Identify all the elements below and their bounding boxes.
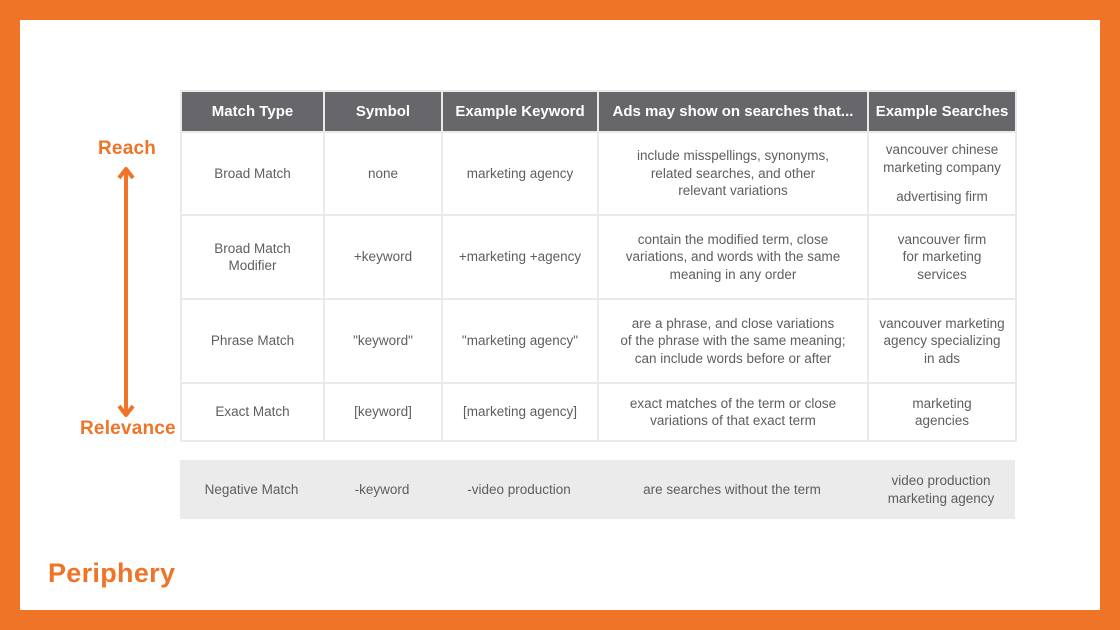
header-example-searches: Example Searches bbox=[867, 90, 1017, 133]
cell-ads-show: contain the modified term, close variati… bbox=[597, 214, 869, 300]
double-arrow-icon bbox=[117, 167, 135, 417]
cell-match-type: Broad Match Modifier bbox=[180, 214, 325, 300]
cell-match-type: Exact Match bbox=[180, 382, 325, 442]
match-type-table: Match Type Symbol Example Keyword Ads ma… bbox=[180, 90, 1017, 442]
cell-match-type: Phrase Match bbox=[180, 298, 325, 384]
cell-example-keyword: -video production bbox=[467, 481, 571, 497]
cell-example-searches: vancouver chinese marketing company adve… bbox=[867, 131, 1017, 216]
negative-match-row: Negative Match -keyword -video productio… bbox=[180, 460, 1015, 519]
table-row: Phrase Match "keyword" "marketing agency… bbox=[180, 298, 1017, 384]
table-header-row: Match Type Symbol Example Keyword Ads ma… bbox=[180, 90, 1017, 133]
cell-example-searches: video production marketing agency bbox=[887, 473, 995, 506]
slide-canvas: Reach Relevance Match Type Symbol Exampl… bbox=[20, 20, 1100, 610]
cell-example-searches: vancouver marketing agency specializing … bbox=[867, 298, 1017, 384]
cell-ads-show: include misspellings, synonyms, related … bbox=[597, 131, 869, 216]
cell-example-keyword: [marketing agency] bbox=[441, 382, 599, 442]
cell-example-keyword: marketing agency bbox=[441, 131, 599, 216]
periphery-logo: Periphery bbox=[48, 558, 176, 588]
table-row: Exact Match [keyword] [marketing agency]… bbox=[180, 382, 1017, 442]
cell-ads-show: are a phrase, and close variations of th… bbox=[597, 298, 869, 384]
example-search-text: advertising firm bbox=[896, 189, 988, 205]
example-search-text: vancouver chinese marketing company bbox=[883, 142, 1001, 175]
cell-example-keyword: "marketing agency" bbox=[441, 298, 599, 384]
cell-example-searches: vancouver firm for marketing services bbox=[867, 214, 1017, 300]
cell-symbol: +keyword bbox=[323, 214, 443, 300]
cell-symbol: [keyword] bbox=[323, 382, 443, 442]
cell-symbol: -keyword bbox=[354, 481, 410, 497]
header-ads-show: Ads may show on searches that... bbox=[597, 90, 869, 133]
cell-symbol: none bbox=[323, 131, 443, 216]
header-symbol: Symbol bbox=[323, 90, 443, 133]
reach-label: Reach bbox=[98, 138, 157, 159]
cell-ads-show: are searches without the term bbox=[643, 481, 821, 497]
table-row: Broad Match Modifier +keyword +marketing… bbox=[180, 214, 1017, 300]
cell-symbol: "keyword" bbox=[323, 298, 443, 384]
cell-example-searches: marketing agencies bbox=[867, 382, 1017, 442]
header-match-type: Match Type bbox=[180, 90, 325, 133]
cell-match-type: Negative Match bbox=[204, 481, 299, 497]
cell-ads-show: exact matches of the term or close varia… bbox=[597, 382, 869, 442]
header-example-keyword: Example Keyword bbox=[441, 90, 599, 133]
table-row: Broad Match none marketing agency includ… bbox=[180, 131, 1017, 216]
cell-match-type: Broad Match bbox=[180, 131, 325, 216]
cell-example-keyword: +marketing +agency bbox=[441, 214, 599, 300]
relevance-label: Relevance bbox=[80, 418, 176, 439]
